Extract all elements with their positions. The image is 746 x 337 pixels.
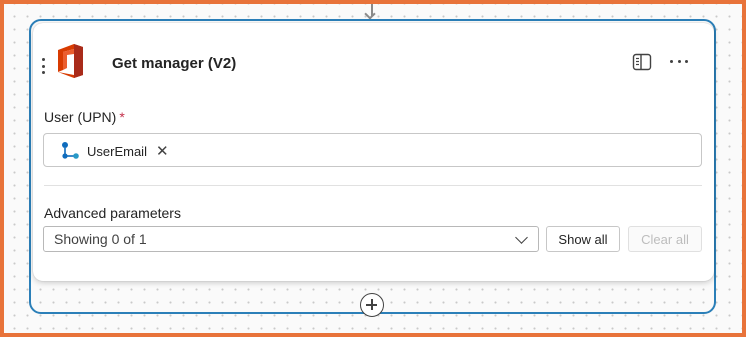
variable-icon [62,142,79,159]
add-step-icon[interactable] [360,293,384,317]
required-marker: * [119,109,125,125]
action-title: Get manager (V2) [112,55,237,72]
user-upn-input[interactable]: UserEmail ✕ [43,133,702,167]
section-divider [44,185,702,186]
remove-token-icon[interactable]: ✕ [156,144,169,159]
advanced-parameters-dropdown[interactable]: Showing 0 of 1 [43,226,539,252]
user-upn-label: User (UPN) * [44,109,125,125]
chevron-down-icon [515,231,528,244]
office-365-icon [58,44,83,78]
dropdown-value: Showing 0 of 1 [54,231,147,247]
drag-handle-icon[interactable] [41,58,45,74]
show-all-button[interactable]: Show all [546,226,620,252]
panel-icon[interactable] [632,53,652,71]
token-label: UserEmail [87,143,147,159]
more-options-icon[interactable] [670,60,688,64]
action-card[interactable]: Get manager (V2) User (UPN) * UserEmail ✕… [33,23,714,281]
advanced-parameters-label: Advanced parameters [44,205,181,221]
user-email-token[interactable]: UserEmail ✕ [60,140,169,162]
clear-all-button[interactable]: Clear all [628,226,702,252]
user-upn-label-text: User (UPN) [44,109,117,125]
